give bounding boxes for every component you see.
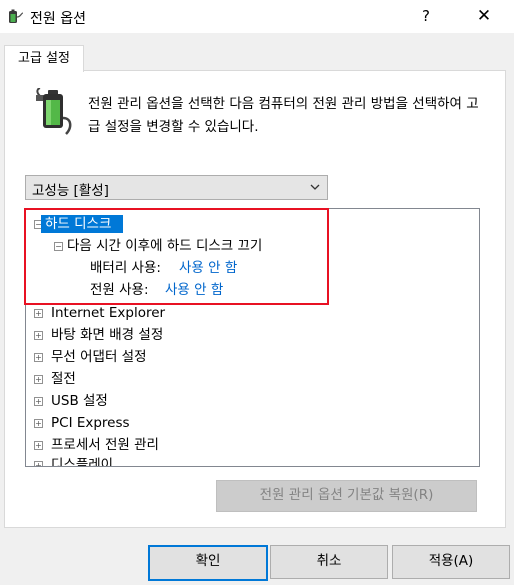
window-title: 전원 옵션 <box>30 11 86 27</box>
battery-label: 배터리 사용: <box>90 260 161 276</box>
collapse-icon[interactable]: − <box>54 242 63 251</box>
tree-item-label: 다음 시간 이후에 하드 디스크 끄기 <box>67 238 263 254</box>
power-plan-value: 고성능 [활성] <box>32 183 109 199</box>
expand-icon[interactable]: + <box>34 375 43 384</box>
tree-item-usb[interactable]: + USB 설정 <box>26 391 466 411</box>
tree-item-internet-explorer[interactable]: + Internet Explorer <box>26 303 466 323</box>
description-text: 전원 관리 옵션을 선택한 다음 컴퓨터의 전원 관리 방법을 선택하여 고급 … <box>88 96 479 135</box>
tree-item-pci-express[interactable]: + PCI Express <box>26 413 466 433</box>
tree-item-label: 프로세서 전원 관리 <box>51 437 159 453</box>
help-button[interactable]: ? <box>412 3 440 29</box>
tree-item-hard-disk[interactable]: − 하드 디스크 <box>26 214 479 234</box>
tree-item-label: Internet Explorer <box>51 305 166 321</box>
restore-defaults-button[interactable]: 전원 관리 옵션 기본값 복원(R) <box>216 480 477 512</box>
power-options-icon <box>9 9 24 23</box>
tree-item-label: USB 설정 <box>51 393 108 409</box>
expand-icon[interactable]: + <box>34 419 43 428</box>
tree-item-processor-power[interactable]: + 프로세서 전원 관리 <box>26 435 466 455</box>
tree-item-sleep[interactable]: + 절전 <box>26 369 466 389</box>
expand-icon[interactable]: + <box>34 331 43 340</box>
tree-item-desktop-background[interactable]: + 바탕 화면 배경 설정 <box>26 325 466 345</box>
plugged-in-value-link[interactable]: 사용 안 함 <box>165 280 223 300</box>
close-button[interactable]: ✕ <box>464 3 504 29</box>
power-plan-dropdown[interactable]: 고성능 [활성] <box>25 175 328 200</box>
scroll-up-arrow-icon[interactable] <box>479 210 480 227</box>
expand-icon[interactable]: + <box>34 441 43 450</box>
tree-item-label: PCI Express <box>51 415 130 431</box>
tree-item-display[interactable]: + 디스플레이 <box>26 455 466 467</box>
apply-button[interactable]: 적용(A) <box>392 545 510 579</box>
tree-item-label: 절전 <box>51 371 76 387</box>
settings-tree[interactable]: − 하드 디스크 − 다음 시간 이후에 하드 디스크 끄기 배터리 사용: 사… <box>25 208 480 467</box>
expand-icon[interactable]: + <box>34 397 43 406</box>
cancel-button[interactable]: 취소 <box>270 545 388 579</box>
chevron-down-icon <box>310 184 320 190</box>
battery-value-link[interactable]: 사용 안 함 <box>179 258 237 278</box>
tree-scrollbar[interactable] <box>479 210 480 465</box>
tree-item-label: 하드 디스크 <box>45 216 112 232</box>
expand-icon[interactable]: + <box>34 309 43 318</box>
expand-icon[interactable]: + <box>34 461 43 466</box>
battery-plug-icon <box>36 88 72 135</box>
tree-item-turn-off-hard-disk[interactable]: − 다음 시간 이후에 하드 디스크 끄기 <box>26 236 479 256</box>
expand-icon[interactable]: + <box>34 353 43 362</box>
ok-button[interactable]: 확인 <box>148 545 268 581</box>
tree-item-wireless-adapter[interactable]: + 무선 어댑터 설정 <box>26 347 466 367</box>
scroll-down-arrow-icon[interactable] <box>479 448 480 465</box>
tree-item-label: 바탕 화면 배경 설정 <box>51 327 164 343</box>
tree-item-label: 디스플레이 <box>51 457 114 467</box>
plugged-in-label: 전원 사용: <box>90 282 149 298</box>
title-bar: 전원 옵션 ? ✕ <box>0 0 514 33</box>
tab-advanced-settings[interactable]: 고급 설정 <box>4 45 84 72</box>
tree-item-label: 무선 어댑터 설정 <box>51 349 147 365</box>
